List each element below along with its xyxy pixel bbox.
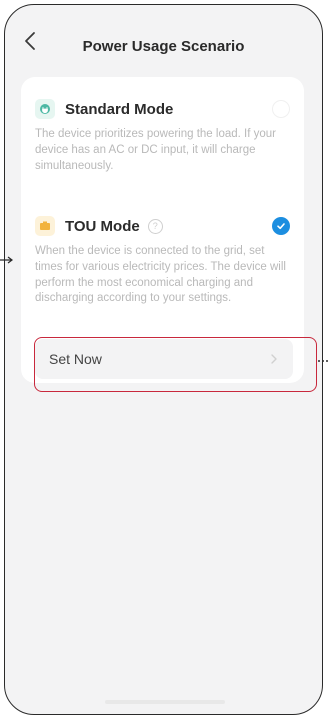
page-title: Power Usage Scenario xyxy=(82,38,245,55)
home-indicator xyxy=(105,700,225,704)
standard-mode-description: The device prioritizes powering the load… xyxy=(35,128,276,172)
standard-mode-radio[interactable] xyxy=(272,100,290,118)
tou-mode-radio-checked[interactable] xyxy=(272,217,290,235)
standard-mode-option[interactable]: Standard Mode The device prioritizes pow… xyxy=(35,98,290,174)
tou-mode-description: When the device is connected to the grid… xyxy=(35,245,286,305)
tou-mode-title: TOU Mode xyxy=(65,217,140,235)
dashed-line-icon xyxy=(318,360,329,362)
plug-icon xyxy=(35,99,55,119)
arrow-right-icon xyxy=(0,256,13,264)
set-now-highlight xyxy=(34,337,317,392)
help-icon[interactable]: ? xyxy=(147,218,163,234)
nav-bar: Power Usage Scenario xyxy=(5,5,322,81)
standard-mode-title: Standard Mode xyxy=(65,100,174,118)
checkmark-icon xyxy=(277,223,285,230)
tou-mode-option[interactable]: TOU Mode ? When the device is connected … xyxy=(35,215,290,307)
battery-icon xyxy=(35,216,55,236)
